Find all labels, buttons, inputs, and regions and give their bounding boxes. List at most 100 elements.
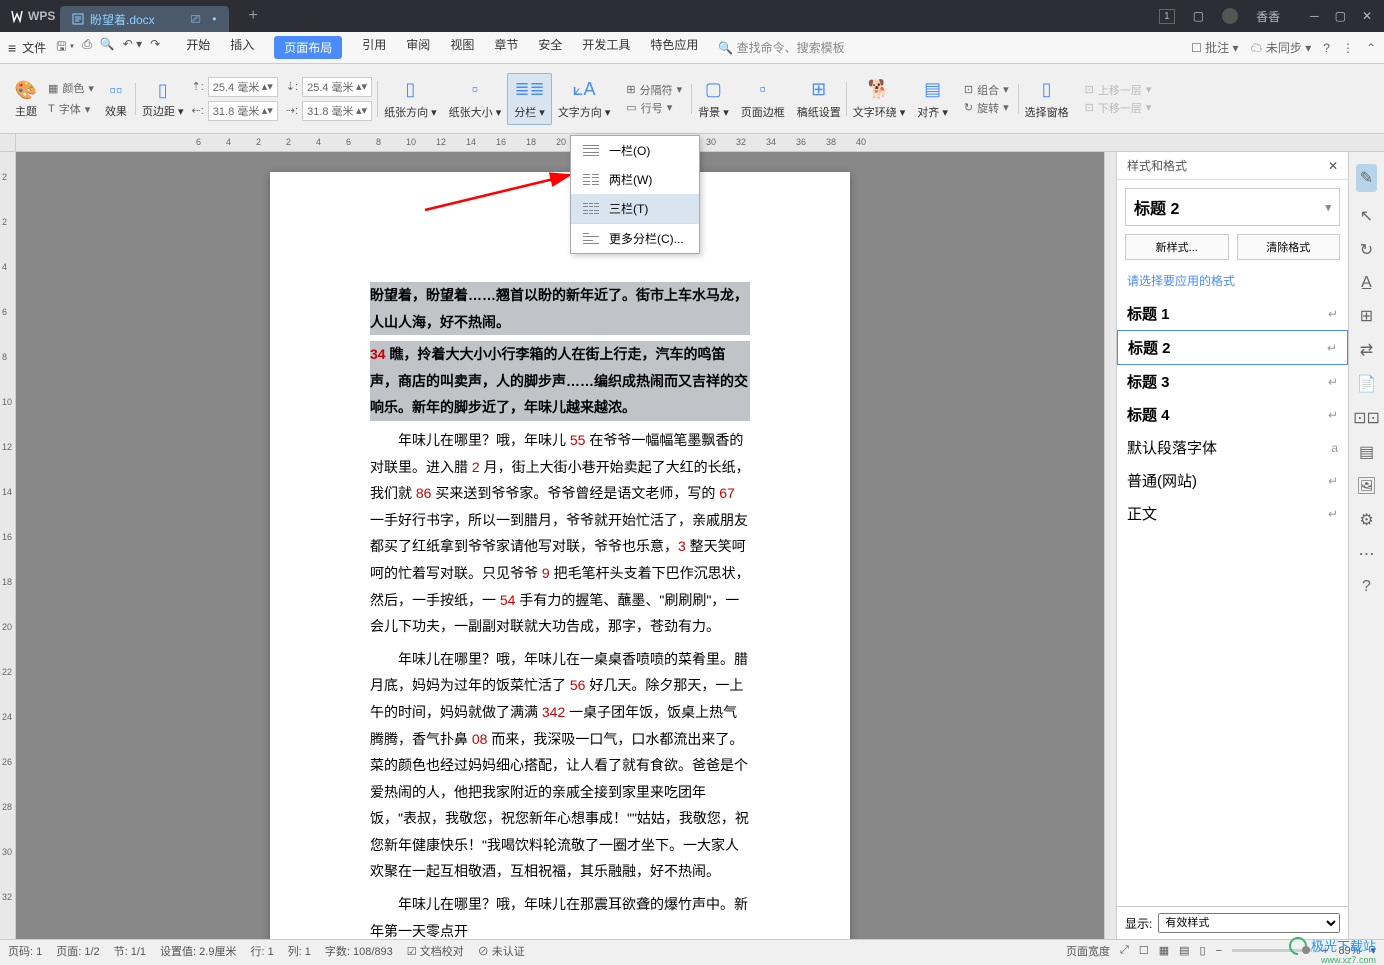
screen-icon[interactable]: ⎚ <box>191 12 201 27</box>
tab-feature[interactable]: 特色应用 <box>650 36 698 59</box>
bg-icon[interactable]: ▢ <box>699 78 727 102</box>
effect-icon[interactable]: ▫▫ <box>102 79 130 103</box>
approve-button[interactable]: ☐ 批注 ▾ <box>1191 39 1238 56</box>
style-item[interactable]: 标题 4↵ <box>1117 398 1348 431</box>
doc-paragraph[interactable]: 年味儿在哪里？哦，年味儿 55 在爷爷一幅幅笔墨飘香的对联里。进入腊 2 月，街… <box>370 427 750 640</box>
style-item[interactable]: 默认段落字体a <box>1117 431 1348 464</box>
more2-icon[interactable]: ⋯ <box>1359 544 1375 564</box>
wrap-button[interactable]: 文字环绕 ▾ <box>853 104 906 120</box>
tab-view[interactable]: 视图 <box>450 36 474 59</box>
color-button[interactable]: ▦ 颜色 ▾ <box>48 80 94 96</box>
theme-label[interactable]: 主题 <box>15 103 37 119</box>
size-icon[interactable]: ▫ <box>461 78 489 102</box>
image-icon[interactable]: 🖼 <box>1356 476 1376 496</box>
cluster-icon[interactable]: ⊡⊡ <box>1353 408 1380 428</box>
style-item[interactable]: 标题 3↵ <box>1117 365 1348 398</box>
margin-icon[interactable]: ▯ <box>149 79 177 103</box>
breaks-button[interactable]: ⊞ 分隔符 ▾ <box>626 82 682 98</box>
current-style[interactable]: 标题 2▾ <box>1125 188 1340 226</box>
view3-icon[interactable]: ▤ <box>1179 944 1189 957</box>
new-style-button[interactable]: 新样式... <box>1125 234 1229 260</box>
status-page[interactable]: 页面: 1/2 <box>56 943 99 959</box>
margin-left-input[interactable]: 31.8 毫米▴▾ <box>208 101 278 121</box>
tab-layout[interactable]: 页面布局 <box>274 36 342 59</box>
style-item[interactable]: 标题 1↵ <box>1117 297 1348 330</box>
style-item[interactable]: 标题 2↵ <box>1117 330 1348 365</box>
columns-two[interactable]: 两栏(W) <box>571 165 699 194</box>
columns-icon[interactable]: ≣≣ <box>516 78 544 102</box>
refresh-icon[interactable]: ↻ <box>1360 240 1373 260</box>
clear-style-button[interactable]: 清除格式 <box>1237 234 1341 260</box>
margin-top-input[interactable]: 25.4 毫米▴▾ <box>208 77 278 97</box>
scrollbar-v[interactable] <box>1104 152 1116 939</box>
status-row[interactable]: 行: 1 <box>250 943 273 959</box>
vertical-ruler[interactable]: 22468101214161820222426283032 <box>0 152 16 939</box>
status-spell[interactable]: ☑ 文档校对 <box>407 943 464 959</box>
avatar-icon[interactable] <box>1222 8 1238 24</box>
show-select[interactable]: 有效样式 <box>1158 913 1340 933</box>
zoom-out[interactable]: − <box>1216 945 1222 957</box>
effect-label[interactable]: 效果 <box>105 103 127 119</box>
columns-more[interactable]: 更多分栏(C)... <box>571 223 699 253</box>
status-sec[interactable]: 节: 1/1 <box>114 943 146 959</box>
margin-right-input[interactable]: 31.8 毫米▴▾ <box>302 101 372 121</box>
align-button[interactable]: 对齐 ▾ <box>917 104 948 120</box>
columns-button[interactable]: 分栏 ▾ <box>514 104 545 120</box>
settings-icon[interactable]: ⚙ <box>1359 510 1373 530</box>
table-icon[interactable]: ⊞ <box>1360 306 1373 326</box>
help-icon[interactable]: ? <box>1323 41 1330 55</box>
status-pos[interactable]: 设置值: 2.9厘米 <box>160 943 236 959</box>
save-icon[interactable]: 🖫 ▾ <box>56 37 74 58</box>
edit-icon[interactable]: ✎ <box>1356 164 1377 192</box>
undo-icon[interactable]: ↶ ▾ <box>123 37 142 58</box>
badge-1[interactable]: 1 <box>1159 9 1175 24</box>
doc-paragraph[interactable]: 盼望着，盼望着……翘首以盼的新年近了。街市上车水马龙，人山人海，好不热闹。 <box>370 282 750 335</box>
view1-icon[interactable]: ☐ <box>1139 944 1149 957</box>
print-icon[interactable]: ⎙ <box>82 37 92 58</box>
bg-button[interactable]: 背景 ▾ <box>698 104 729 120</box>
selpane-icon[interactable]: ▯ <box>1033 78 1061 102</box>
document-tab[interactable]: 盼望着.docx ⎚ • <box>60 6 229 32</box>
font-button[interactable]: T 字体 ▾ <box>48 101 94 117</box>
text-icon[interactable]: 📄 <box>1357 374 1377 394</box>
view2-icon[interactable]: ▦ <box>1159 944 1169 957</box>
view4-icon[interactable]: ▯ <box>1200 944 1206 957</box>
columns-one[interactable]: 一栏(O) <box>571 136 699 165</box>
maximize-button[interactable]: ▢ <box>1335 9 1346 23</box>
grid-icon[interactable]: ▢ <box>1193 9 1204 23</box>
help2-icon[interactable]: ? <box>1362 578 1371 596</box>
tab-ref[interactable]: 引用 <box>362 36 386 59</box>
tab-insert[interactable]: 插入 <box>230 36 254 59</box>
margin-bottom-input[interactable]: 25.4 毫米▴▾ <box>302 77 372 97</box>
close-pane-icon[interactable]: ✕ <box>1328 159 1338 173</box>
textdir-icon[interactable]: ⟀A <box>570 78 598 102</box>
grid-button[interactable]: 稿纸设置 <box>797 104 841 120</box>
search-box[interactable]: 🔍 查找命令、搜索模板 <box>718 39 844 56</box>
new-tab-button[interactable]: + <box>249 7 258 25</box>
tab-security[interactable]: 安全 <box>538 36 562 59</box>
style-item[interactable]: 普通(网站)↵ <box>1117 464 1348 497</box>
swap-icon[interactable]: ⇄ <box>1360 340 1373 360</box>
fit-icon[interactable]: ⤢ <box>1120 944 1129 957</box>
more-icon[interactable]: ⋮ <box>1342 41 1354 55</box>
doc-paragraph[interactable]: 年味儿在哪里？哦，年味儿在那震耳欲聋的爆竹声中。新年第一天零点开 <box>370 891 750 939</box>
margin-button[interactable]: 页边距 ▾ <box>142 103 184 119</box>
orient-button[interactable]: 纸张方向 ▾ <box>384 104 437 120</box>
status-page-no[interactable]: 页码: 1 <box>8 943 42 959</box>
menu-icon[interactable]: ≡ <box>8 40 16 56</box>
document-area[interactable]: 盼望着，盼望着……翘首以盼的新年近了。街市上车水马龙，人山人海，好不热闹。 34… <box>16 152 1104 939</box>
lineno-button[interactable]: ▭ 行号 ▾ <box>626 100 682 116</box>
char-icon[interactable]: A̲ <box>1361 274 1372 292</box>
wrap-icon[interactable]: 🐕 <box>865 78 893 102</box>
rotate-button[interactable]: ↻ 旋转 ▾ <box>964 100 1009 116</box>
file-menu[interactable]: 文件 <box>22 39 46 56</box>
status-col[interactable]: 列: 1 <box>288 943 311 959</box>
align-icon[interactable]: ▤ <box>919 78 947 102</box>
orient-icon[interactable]: ▯ <box>396 78 424 102</box>
textdir-button[interactable]: 文字方向 ▾ <box>558 104 611 120</box>
columns-three[interactable]: 三栏(T) <box>571 194 699 223</box>
status-words[interactable]: 字数: 108/893 <box>325 943 393 959</box>
selpane-button[interactable]: 选择窗格 <box>1025 104 1069 120</box>
layout-icon[interactable]: ▤ <box>1359 442 1374 462</box>
tab-dev[interactable]: 开发工具 <box>582 36 630 59</box>
